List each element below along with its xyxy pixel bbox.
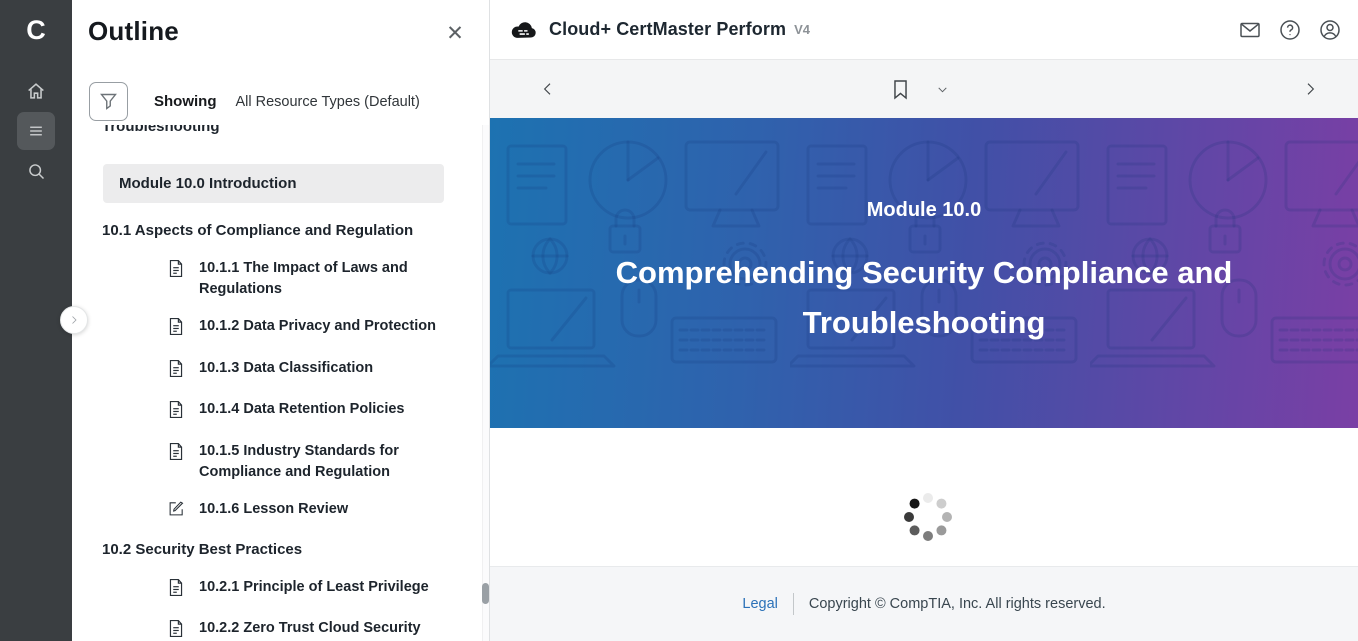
mail-icon <box>1238 18 1262 42</box>
profile-button[interactable] <box>1318 18 1342 42</box>
main-area: Cloud+ CertMaster Perform V4 <box>490 0 1358 641</box>
outline-resource-item[interactable]: 10.1.2 Data Privacy and Protection <box>168 316 482 341</box>
bookmark-button[interactable] <box>882 60 918 118</box>
resource-label: 10.1.4 Data Retention Policies <box>199 399 447 424</box>
outline-menu-button[interactable] <box>17 112 55 150</box>
document-icon <box>168 442 186 483</box>
filter-row: Showing All Resource Types (Default) <box>89 82 420 121</box>
resource-label: 10.1.2 Data Privacy and Protection <box>199 316 447 341</box>
document-icon <box>168 619 186 641</box>
course-header: Cloud+ CertMaster Perform V4 <box>490 0 1358 60</box>
module-number: Module 10.0 <box>490 199 1358 222</box>
legal-link[interactable]: Legal <box>742 596 777 612</box>
resource-label: 10.1.3 Data Classification <box>199 358 447 383</box>
app-window: C Outline ✕ Showing Al <box>0 0 1358 641</box>
outline-list: Troubleshooting Module 10.0 Introduction… <box>72 125 482 641</box>
outline-resource-item[interactable]: 10.2.1 Principle of Least Privilege <box>168 577 482 602</box>
outline-lesson-heading[interactable]: 10.1 Aspects of Compliance and Regulatio… <box>102 220 444 241</box>
outline-scrollbar-thumb[interactable] <box>482 583 489 604</box>
help-button[interactable] <box>1278 18 1302 42</box>
outline-resource-item[interactable]: 10.1.3 Data Classification <box>168 358 482 383</box>
menu-icon <box>26 121 46 141</box>
footer: Legal Copyright © CompTIA, Inc. All righ… <box>490 566 1358 641</box>
outline-resource-item[interactable]: 10.2.2 Zero Trust Cloud Security <box>168 618 482 641</box>
document-icon <box>168 317 186 341</box>
outline-resource-item[interactable]: 10.1.1 The Impact of Laws and Regulation… <box>168 258 482 300</box>
course-title: Cloud+ CertMaster Perform <box>549 19 786 40</box>
search-icon <box>26 161 47 182</box>
resource-label: 10.2.1 Principle of Least Privilege <box>199 577 447 602</box>
outline-resource-item[interactable]: 10.1.4 Data Retention Policies <box>168 399 482 424</box>
comptia-logo: C <box>0 10 72 50</box>
outline-title: Outline <box>88 16 179 47</box>
bookmark-icon <box>892 79 909 100</box>
outline-scrollbar-track[interactable] <box>482 125 489 641</box>
panel-collapse-toggle[interactable] <box>60 306 88 334</box>
lesson-toolbar <box>490 60 1358 118</box>
copyright-text: Copyright © CompTIA, Inc. All rights res… <box>809 596 1106 612</box>
previous-page-button[interactable] <box>530 60 566 118</box>
chevron-left-icon <box>540 81 556 97</box>
bookmark-menu-button[interactable] <box>928 60 956 118</box>
edit-icon <box>168 500 186 522</box>
document-icon <box>168 578 186 602</box>
filter-showing-label: Showing <box>154 93 217 110</box>
filter-value: All Resource Types (Default) <box>236 94 420 110</box>
home-icon <box>25 80 47 102</box>
loading-spinner <box>903 492 953 542</box>
search-button[interactable] <box>17 152 55 190</box>
funnel-icon <box>98 91 119 112</box>
outline-panel: Outline ✕ Showing All Resource Types (De… <box>72 0 490 641</box>
outline-lesson-heading[interactable]: 10.2 Security Best Practices <box>102 539 444 560</box>
module-hero-banner: Module 10.0 Comprehending Security Compl… <box>490 118 1358 428</box>
help-icon <box>1278 18 1302 42</box>
resource-label: 10.2.2 Zero Trust Cloud Security <box>199 618 447 641</box>
resource-label: 10.1.6 Lesson Review <box>199 499 447 522</box>
home-button[interactable] <box>17 72 55 110</box>
module-title: Comprehending Security Compliance and Tr… <box>554 248 1294 348</box>
outline-item-module-intro[interactable]: Module 10.0 Introduction <box>103 164 444 203</box>
filter-button[interactable] <box>89 82 128 121</box>
footer-divider <box>793 593 794 615</box>
close-icon[interactable]: ✕ <box>443 21 467 45</box>
profile-icon <box>1318 18 1342 42</box>
outline-item-partial[interactable]: Troubleshooting <box>102 125 482 137</box>
document-icon <box>168 259 186 300</box>
document-icon <box>168 359 186 383</box>
course-version-badge: V4 <box>794 22 810 37</box>
outline-resource-item[interactable]: 10.1.6 Lesson Review <box>168 499 482 522</box>
next-page-button[interactable] <box>1292 60 1328 118</box>
chevron-right-icon <box>1302 81 1318 97</box>
resource-label: 10.1.5 Industry Standards for Compliance… <box>199 441 447 483</box>
chevron-down-icon <box>936 83 949 96</box>
messages-button[interactable] <box>1238 18 1262 42</box>
cloud-logo-icon <box>510 19 538 41</box>
outline-resource-item[interactable]: 10.1.5 Industry Standards for Compliance… <box>168 441 482 483</box>
content-loading-area <box>490 428 1358 566</box>
resource-label: 10.1.1 The Impact of Laws and Regulation… <box>199 258 447 300</box>
chevron-right-icon <box>68 314 80 326</box>
document-icon <box>168 400 186 424</box>
